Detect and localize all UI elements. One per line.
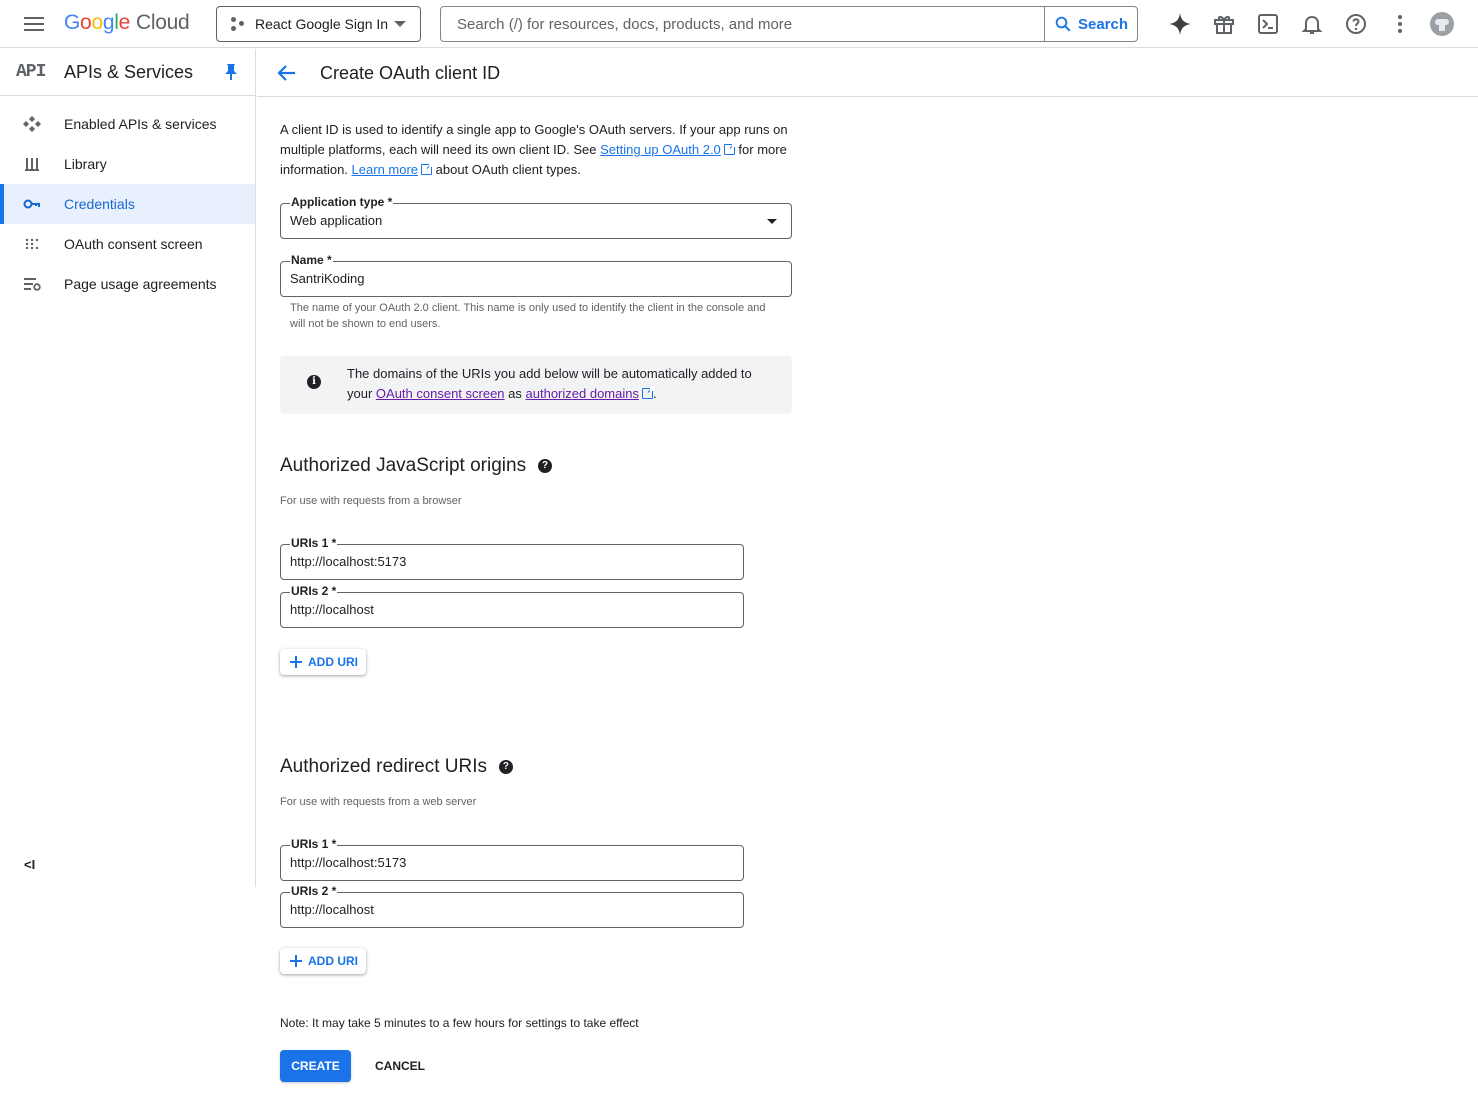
sidebar-header: API APIs & Services [0,49,255,96]
sidebar-item-library[interactable]: Library [0,144,255,184]
search-box: Search [440,6,1138,42]
sidebar-item-oauth-consent[interactable]: OAuth consent screen [0,224,255,264]
cloud-shell-icon[interactable] [1256,12,1280,36]
learn-more-link[interactable]: Learn more [352,162,418,177]
js-origin-uri-2-input[interactable]: URIs 2 * http://localhost [280,584,744,628]
name-helper-text: The name of your OAuth 2.0 client. This … [290,302,766,330]
sidebar-item-credentials[interactable]: Credentials [0,184,255,224]
intro-text: A client ID is used to identify a single… [280,122,788,177]
google-cloud-logo[interactable]: Google Cloud [64,11,190,35]
authorized-domains-link[interactable]: authorized domains [526,386,639,401]
chevron-down-icon [394,21,406,27]
enabled-apis-icon [23,116,41,132]
plus-icon [290,955,302,967]
info-icon: i [307,375,321,389]
propagation-note: Note: It may take 5 minutes to a few hou… [280,1016,639,1030]
name-value: SantriKoding [290,271,365,286]
js-origins-section-title: Authorized JavaScript origins ? [280,455,553,477]
sidebar-item-enabled-apis[interactable]: Enabled APIs & services [0,104,255,144]
add-redirect-uri-button[interactable]: ADD URI [280,948,366,974]
oauth-consent-screen-link[interactable]: OAuth consent screen [376,386,505,401]
project-icon [231,17,245,31]
search-icon [1055,16,1071,32]
external-link-icon [723,142,737,155]
library-icon [25,158,39,171]
js-origin-uri-1-input[interactable]: URIs 1 * http://localhost:5173 [280,536,744,580]
sidebar: API APIs & Services Enabled APIs & servi… [0,49,256,887]
page-title: Create OAuth client ID [320,63,501,83]
pin-icon[interactable] [223,63,239,81]
help-icon[interactable]: ? [498,760,513,774]
search-input[interactable] [441,7,1044,41]
application-type-select[interactable]: Application type * Web application [280,195,792,239]
info-banner: i The domains of the URIs you add below … [280,356,792,414]
help-icon[interactable]: ? [538,459,553,473]
dropdown-arrow-icon [767,219,777,224]
help-icon[interactable] [1344,12,1368,36]
back-arrow-icon[interactable] [275,61,299,85]
redirect-uris-subtitle: For use with requests from a web server [280,796,477,808]
plus-icon [290,656,302,668]
search-button[interactable]: Search [1044,7,1137,41]
project-name: React Google Sign In [255,16,389,32]
redirect-uri-2-input[interactable]: URIs 2 * http://localhost [280,884,744,928]
key-icon [23,199,40,209]
collapse-sidebar-icon[interactable]: <I [24,857,35,872]
application-type-value: Web application [290,213,383,228]
more-vert-icon[interactable] [1388,12,1412,36]
api-logo: API [16,62,46,82]
create-button[interactable]: CREATE [280,1050,351,1082]
project-picker[interactable]: React Google Sign In [216,6,421,42]
redirect-uris-section-title: Authorized redirect URIs ? [280,756,513,778]
page-header: Create OAuth client ID [257,49,1478,97]
main-menu-icon[interactable] [22,14,46,34]
gift-icon[interactable] [1212,12,1236,36]
external-link-icon [421,162,435,175]
gemini-sparkle-icon[interactable] [1168,12,1192,36]
add-js-origin-uri-button[interactable]: ADD URI [280,649,366,675]
external-link-icon [641,386,655,399]
page-settings-icon [24,278,41,291]
form-intro: A client ID is used to identify a single… [280,120,800,180]
redirect-uri-1-input[interactable]: URIs 1 * http://localhost:5173 [280,837,744,881]
consent-screen-icon [25,238,39,250]
top-bar: Google Cloud React Google Sign In Search [0,0,1478,48]
info-text: The domains of the URIs you add below wi… [347,366,752,401]
sidebar-title[interactable]: APIs & Services [64,62,193,83]
sidebar-item-page-usage[interactable]: Page usage agreements [0,264,255,304]
name-field[interactable]: Name * SantriKoding [280,253,792,297]
cancel-button[interactable]: CANCEL [364,1050,436,1082]
setting-up-oauth-link[interactable]: Setting up OAuth 2.0 [600,142,721,157]
name-label: Name * [290,253,333,267]
notifications-bell-icon[interactable] [1300,12,1324,36]
application-type-label: Application type * [290,195,394,209]
js-origins-subtitle: For use with requests from a browser [280,495,462,507]
account-avatar[interactable] [1430,12,1454,36]
